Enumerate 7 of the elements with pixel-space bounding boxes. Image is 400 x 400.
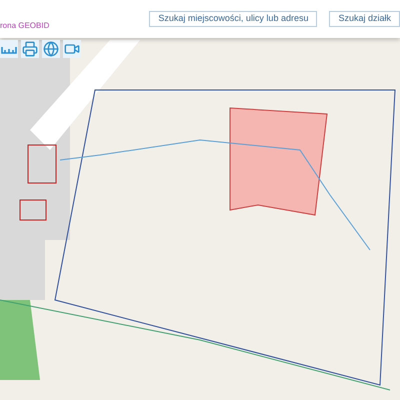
printer-icon[interactable] (21, 40, 39, 58)
search-button[interactable]: Szukaj miejscowości, ulicy lub adresu (149, 11, 318, 27)
search-button[interactable]: Szukaj działk (329, 11, 400, 27)
video-camera-icon[interactable] (63, 40, 81, 58)
brand-text: rona GEOBID (0, 20, 50, 32)
ruler-icon[interactable] (0, 40, 18, 58)
globe-icon[interactable] (42, 40, 60, 58)
